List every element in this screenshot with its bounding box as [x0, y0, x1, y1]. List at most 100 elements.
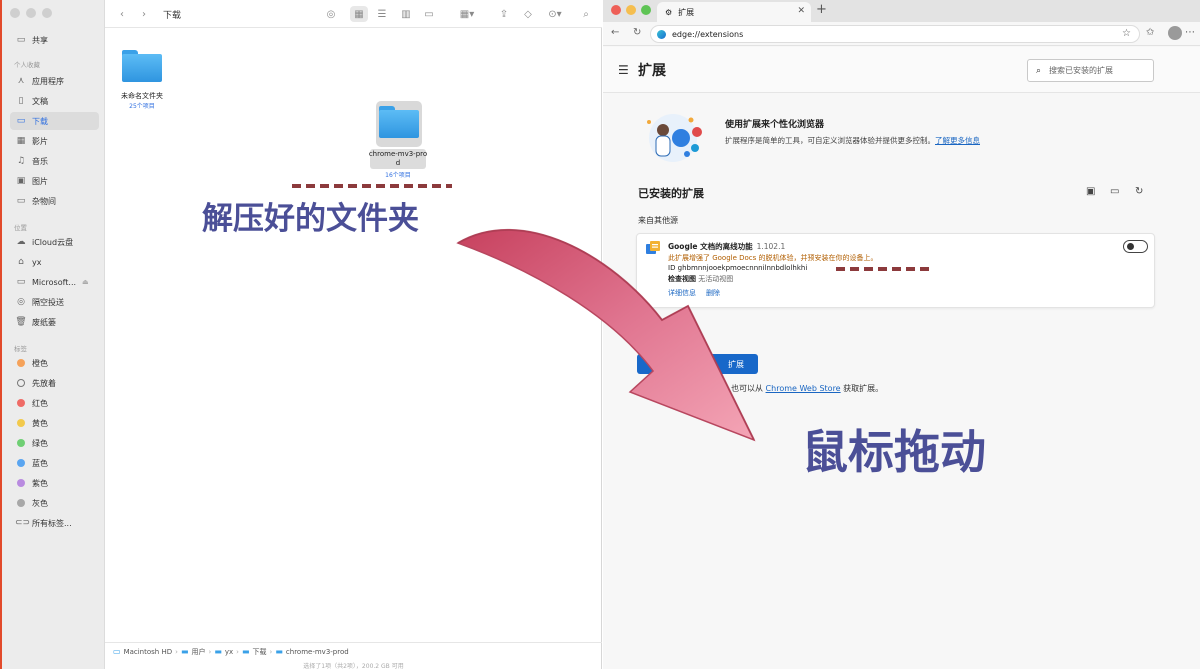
sidebar-item-downloads[interactable]: ▭ 下载	[10, 112, 99, 130]
search-icon[interactable]: ⌕	[579, 6, 593, 22]
refresh-icon[interactable]: ↻	[633, 27, 641, 38]
home-icon: ▬	[214, 647, 222, 656]
file-name[interactable]: 未命名文件夹	[110, 91, 174, 101]
folder-underline-annotation	[292, 184, 452, 188]
zoom-window-button[interactable]	[641, 5, 651, 15]
tag-icon[interactable]: ◇	[521, 6, 535, 22]
path-segment[interactable]: 用户	[192, 647, 206, 657]
address-bar[interactable]: edge://extensions ☆	[650, 25, 1140, 43]
load-unpacked-button[interactable]: 扩展	[637, 354, 758, 374]
sidebar-all-tags[interactable]: ⊂⊃ 所有标签...	[10, 514, 99, 532]
menu-icon[interactable]: ☰	[618, 63, 629, 77]
download-icon: ▭	[16, 116, 26, 126]
tag-color-dot	[17, 359, 25, 367]
sidebar-item-airdrop[interactable]: ◎ 隔空投送	[10, 293, 99, 311]
sidebar-tag-orange[interactable]: 橙色	[10, 354, 99, 372]
screen: ▭ 共享 个人收藏 ⋏ 应用程序 ▯ 文稿 ▭ 下载 ▦ 影片 ♫ 音乐 ▣ 图…	[0, 0, 1200, 669]
folder-icon: ▬	[275, 647, 283, 656]
sidebar-tag-red[interactable]: 红色	[10, 394, 99, 412]
path-segment[interactable]: 下载	[253, 647, 267, 657]
icon-view-button[interactable]: ▦	[350, 6, 368, 22]
share-icon[interactable]: ⇪	[497, 6, 511, 22]
search-icon: ⌕	[1036, 65, 1042, 76]
sidebar-tag-blue[interactable]: 蓝色	[10, 454, 99, 472]
sidebar-item-label: yx	[32, 257, 42, 267]
sidebar-item-pictures[interactable]: ▣ 图片	[10, 172, 99, 190]
disk-icon: ▭	[113, 647, 121, 656]
sidebar-item-applications[interactable]: ⋏ 应用程序	[10, 72, 99, 90]
promo-description: 扩展程序是简单的工具，可自定义浏览器体验并提供更多控制。了解更多信息	[725, 135, 980, 146]
path-segment[interactable]: chrome-mv3-prod	[286, 648, 349, 656]
minimize-window-button[interactable]	[26, 8, 36, 18]
sidebar-item-movies[interactable]: ▦ 影片	[10, 132, 99, 150]
new-tab-button[interactable]: +	[816, 2, 827, 17]
sidebar-tag-later[interactable]: 先放着	[10, 374, 99, 392]
avatar[interactable]	[1168, 26, 1182, 40]
remove-link[interactable]: 删除	[706, 288, 720, 298]
load-unpacked-icon[interactable]: ▭	[1110, 186, 1119, 197]
gallery-view-button[interactable]: ▭	[421, 6, 437, 22]
extension-warning: 此扩展增强了 Google Docs 的脱机体验，并预安装在你的设备上。	[668, 254, 878, 262]
zoom-window-button[interactable]	[42, 8, 52, 18]
favorite-star-icon[interactable]: ☆	[1122, 28, 1131, 39]
airdrop-share-icon[interactable]: ◎	[323, 6, 339, 22]
forward-button[interactable]: ›	[137, 6, 151, 22]
sidebar-tag-purple[interactable]: 紫色	[10, 474, 99, 492]
page-title: 扩展	[638, 63, 666, 79]
sidebar-item-label: 共享	[32, 35, 48, 45]
list-view-button[interactable]: ☰	[374, 6, 390, 22]
sidebar-item-shared[interactable]: ▭ 共享	[10, 31, 99, 49]
tag-color-dot	[17, 399, 25, 407]
mouse-drag-annotation: 鼠标拖动	[802, 425, 986, 479]
extension-search-input[interactable]: ⌕ 搜索已安装的扩展	[1027, 59, 1154, 82]
tag-color-dot	[17, 439, 25, 447]
google-docs-offline-icon	[646, 241, 660, 254]
more-actions-button[interactable]: ⊙▾	[544, 6, 566, 22]
document-icon: ▯	[18, 96, 24, 106]
sidebar-item-microsoft-disk[interactable]: ▭ Microsoft... ⏏	[10, 273, 99, 291]
tag-color-dot	[17, 419, 25, 427]
finder-sidebar: ▭ 共享 个人收藏 ⋏ 应用程序 ▯ 文稿 ▭ 下载 ▦ 影片 ♫ 音乐 ▣ 图…	[2, 0, 105, 669]
close-window-button[interactable]	[10, 8, 20, 18]
folder-icon[interactable]	[379, 106, 419, 138]
sidebar-item-music[interactable]: ♫ 音乐	[10, 152, 99, 170]
promo-desc-text: 扩展程序是简单的工具，可自定义浏览器体验并提供更多控制。	[725, 136, 935, 145]
close-window-button[interactable]	[611, 5, 621, 15]
extensions-illustration-icon	[647, 114, 702, 162]
back-icon[interactable]: ←	[611, 27, 619, 38]
sidebar-item-label: 所有标签...	[32, 518, 72, 528]
details-link[interactable]: 详细信息	[668, 288, 696, 298]
chrome-web-store-link[interactable]: Chrome Web Store	[766, 384, 841, 393]
sidebar-item-documents[interactable]: ▯ 文稿	[10, 92, 99, 110]
sidebar-tag-gray[interactable]: 灰色	[10, 494, 99, 512]
extension-name-text: Google 文档的离线功能	[668, 242, 753, 251]
group-button[interactable]: ▦▾	[454, 6, 480, 22]
sidebar-item-home[interactable]: ⌂ yx	[10, 253, 99, 271]
favorites-icon[interactable]: ✩	[1146, 27, 1154, 38]
close-tab-icon[interactable]: ✕	[797, 6, 805, 16]
folder-icon[interactable]	[122, 50, 162, 82]
more-icon[interactable]: ⋯	[1185, 27, 1195, 38]
sidebar-item-label: 隔空投送	[32, 297, 64, 307]
folder-icon: ▭	[16, 196, 26, 206]
eject-icon[interactable]: ⏏	[82, 278, 89, 286]
shared-icon: ▭	[16, 35, 26, 45]
minimize-window-button[interactable]	[626, 5, 636, 15]
tab-extensions[interactable]: ⚙ 扩展 ✕	[657, 2, 811, 22]
sidebar-item-icloud[interactable]: ☁ iCloud云盘	[10, 233, 99, 251]
page-header: ☰ 扩展 ⌕ 搜索已安装的扩展	[603, 47, 1200, 93]
update-icon[interactable]: ↻	[1135, 186, 1143, 197]
column-view-button[interactable]: ▥	[398, 6, 414, 22]
sidebar-item-trash[interactable]: 🗑 废纸篓	[10, 313, 99, 331]
file-name[interactable]: chrome-mv3-prod	[368, 150, 428, 168]
learn-more-link[interactable]: 了解更多信息	[935, 136, 980, 145]
extension-enable-toggle[interactable]	[1123, 240, 1148, 253]
back-button[interactable]: ‹	[115, 6, 129, 22]
pack-extension-icon[interactable]: ▣	[1086, 186, 1095, 197]
path-segment[interactable]: yx	[225, 648, 233, 656]
sidebar-tag-yellow[interactable]: 黄色	[10, 414, 99, 432]
path-segment[interactable]: Macintosh HD	[124, 648, 173, 656]
sidebar-item-misc[interactable]: ▭ 杂物间	[10, 192, 99, 210]
sidebar-tag-green[interactable]: 绿色	[10, 434, 99, 452]
inspect-views-value: 无活动视图	[698, 275, 734, 283]
